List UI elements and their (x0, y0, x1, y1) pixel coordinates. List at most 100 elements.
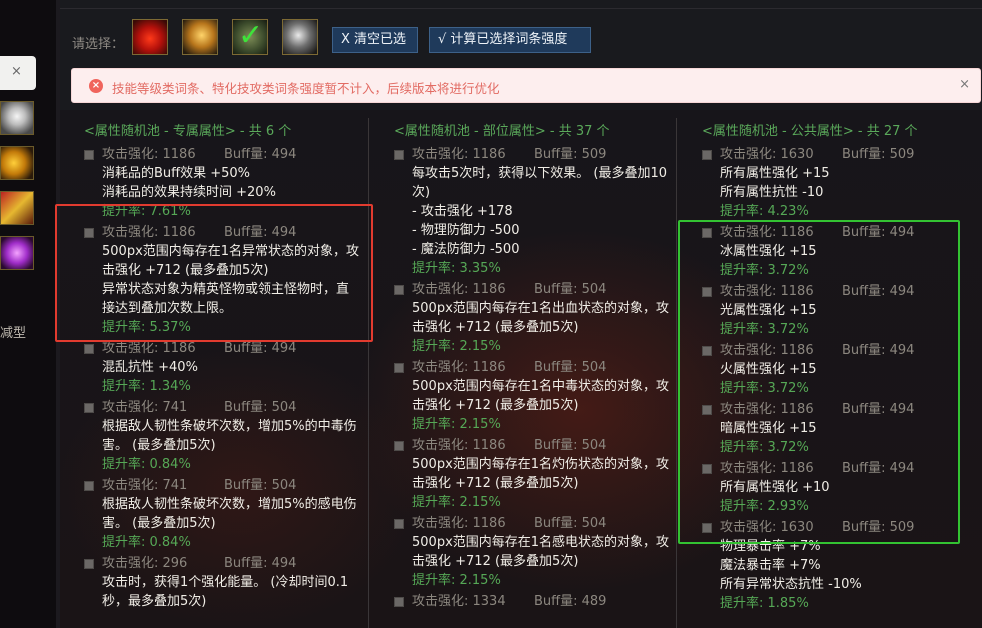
select-checkbox[interactable] (394, 519, 404, 529)
clear-selection-button[interactable]: X 清空已选 (332, 27, 418, 53)
effect-text: 消耗品的效果持续时间 +20% (102, 185, 276, 200)
improvement-rate: 提升率: 1.85% (720, 596, 809, 611)
buff-value: Buff量: 504 (224, 478, 297, 493)
improvement-rate: 提升率: 2.15% (412, 417, 501, 432)
attribute-entry[interactable]: 攻击强化: 1186 Buff量: 494 混乱抗性 +40% 提升率: 1.34% (84, 339, 360, 396)
column-divider (368, 118, 369, 628)
effect-text: 所有异常状态抗性 -10% (720, 577, 862, 592)
shoulder-icon[interactable] (182, 19, 218, 55)
buff-value: Buff量: 494 (224, 556, 297, 571)
improvement-rate: 提升率: 2.15% (412, 495, 501, 510)
column-divider (676, 118, 677, 628)
close-icon[interactable]: × (11, 64, 22, 79)
stat-row: 攻击强化: 1630 Buff量: 509 (702, 145, 978, 164)
improvement-rate: 提升率: 0.84% (102, 535, 191, 550)
effect-text: 攻击时，获得1个强化能量。 (冷却时间0.1秒，最多叠加5次) (102, 575, 349, 609)
stat-row: 攻击强化: 1186 Buff量: 504 (394, 436, 670, 455)
attack-value: 攻击强化: 1186 (102, 147, 196, 162)
buff-value: Buff量: 509 (534, 147, 607, 162)
select-checkbox[interactable] (394, 363, 404, 373)
buff-value: Buff量: 504 (534, 360, 607, 375)
select-label: 请选择： (72, 37, 125, 52)
error-icon: × (89, 79, 103, 93)
select-checkbox[interactable] (84, 403, 94, 413)
effect-text: - 魔法防御力 -500 (412, 242, 520, 257)
stat-row: 攻击强化: 1186 Buff量: 494 (84, 145, 360, 164)
column-slot: <属性随机池 - 部位属性> - 共 37 个 攻击强化: 1186 Buff量:… (370, 120, 676, 628)
attribute-entry[interactable]: 攻击强化: 296 Buff量: 494 攻击时，获得1个强化能量。 (冷却时间0.… (84, 554, 360, 611)
attribute-entry[interactable]: 攻击强化: 1186 Buff量: 509 每攻击5次时，获得以下效果。 (最多叠加… (394, 145, 670, 278)
type-label: 减型 (0, 326, 27, 341)
attribute-entry[interactable]: 攻击强化: 1186 Buff量: 504 500px范围内每存在1名中毒状态的对象… (394, 358, 670, 434)
entry-list: 攻击强化: 1186 Buff量: 509 每攻击5次时，获得以下效果。 (最多叠加… (394, 145, 670, 613)
select-checkbox[interactable] (394, 285, 404, 295)
alert-close-icon[interactable]: × (959, 77, 970, 92)
improvement-rate: 提升率: 2.15% (412, 573, 501, 588)
item-slot-icon[interactable] (0, 146, 34, 180)
select-checkbox[interactable] (394, 150, 404, 160)
left-tab[interactable]: × (0, 56, 36, 90)
attack-value: 攻击强化: 296 (102, 556, 188, 571)
attack-value: 攻击强化: 741 (102, 400, 188, 415)
column-exclusive: <属性随机池 - 专属属性> - 共 6 个 攻击强化: 1186 Buff量: … (60, 120, 368, 628)
item-slot-icon[interactable] (0, 236, 34, 270)
attack-value: 攻击强化: 1186 (412, 516, 506, 531)
stat-row: 攻击强化: 741 Buff量: 504 (84, 476, 360, 495)
attribute-entry[interactable]: 攻击强化: 741 Buff量: 504 根据敌人韧性条破坏次数，增加5%的中毒伤害… (84, 398, 360, 474)
buff-value: Buff量: 504 (534, 438, 607, 453)
effect-text: 根据敌人韧性条破坏次数，增加5%的感电伤害。 (最多叠加5次) (102, 497, 357, 531)
stat-row: 攻击强化: 741 Buff量: 504 (84, 398, 360, 417)
select-checkbox[interactable] (84, 150, 94, 160)
bracer-icon[interactable] (282, 19, 318, 55)
attribute-entry[interactable]: 攻击强化: 1186 Buff量: 504 500px范围内每存在1名感电状态的对象… (394, 514, 670, 590)
attack-value: 攻击强化: 1186 (412, 360, 506, 375)
helmet-icon[interactable] (132, 19, 168, 55)
select-checkbox[interactable] (394, 597, 404, 607)
item-slot-icon[interactable] (0, 191, 34, 225)
belt-icon[interactable]: ✓ (232, 18, 268, 55)
select-checkbox[interactable] (84, 344, 94, 354)
effect-text: 所有属性抗性 -10 (720, 185, 824, 200)
stat-row: 攻击强化: 1186 Buff量: 509 (394, 145, 670, 164)
highlight-box-green (678, 220, 960, 544)
attribute-entry[interactable]: 攻击强化: 1630 Buff量: 509 所有属性强化 +15 所有属性抗性 -10… (702, 145, 978, 221)
effect-text: 混乱抗性 +40% (102, 360, 198, 375)
attribute-entry[interactable]: 攻击强化: 1186 Buff量: 504 500px范围内每存在1名出血状态的对象… (394, 280, 670, 356)
highlight-box-red (55, 204, 373, 342)
buff-value: Buff量: 504 (534, 282, 607, 297)
improvement-rate: 提升率: 1.34% (102, 379, 191, 394)
attack-value: 攻击强化: 741 (102, 478, 188, 493)
select-checkbox[interactable] (84, 559, 94, 569)
effect-text: 500px范围内每存在1名感电状态的对象，攻击强化 +712 (最多叠加5次) (412, 535, 670, 569)
improvement-rate: 提升率: 2.15% (412, 339, 501, 354)
effect-text: 500px范围内每存在1名灼伤状态的对象，攻击强化 +712 (最多叠加5次) (412, 457, 670, 491)
column-header: <属性随机池 - 部位属性> - 共 37 个 (394, 124, 610, 139)
stat-row: 攻击强化: 1186 Buff量: 504 (394, 280, 670, 299)
check-icon: ✓ (238, 18, 264, 53)
effect-text: 每攻击5次时，获得以下效果。 (最多叠加10次) (412, 166, 668, 200)
attribute-entry[interactable]: 攻击强化: 1186 Buff量: 504 500px范围内每存在1名灼伤状态的对象… (394, 436, 670, 512)
select-checkbox[interactable] (84, 481, 94, 491)
effect-text: 魔法暴击率 +7% (720, 558, 821, 573)
improvement-rate: 提升率: 3.35% (412, 261, 501, 276)
attribute-entry[interactable]: 攻击强化: 741 Buff量: 504 根据敌人韧性条破坏次数，增加5%的感电伤害… (84, 476, 360, 552)
column-header: <属性随机池 - 专属属性> - 共 6 个 (84, 124, 292, 139)
effect-text: 消耗品的Buff效果 +50% (102, 166, 251, 181)
stat-row: 攻击强化: 1186 Buff量: 504 (394, 358, 670, 377)
attack-value: 攻击强化: 1334 (412, 594, 506, 609)
attack-value: 攻击强化: 1186 (412, 147, 506, 162)
left-sidebar: × 减型 (0, 0, 60, 628)
calculate-strength-button[interactable]: √ 计算已选择词条强度 (429, 27, 591, 53)
effect-text: 所有属性强化 +15 (720, 166, 830, 181)
attack-value: 攻击强化: 1630 (720, 147, 814, 162)
attribute-entry[interactable]: 攻击强化: 1334 Buff量: 489 (394, 592, 670, 611)
select-checkbox[interactable] (394, 441, 404, 451)
improvement-rate: 提升率: 0.84% (102, 457, 191, 472)
item-slot-icon[interactable] (0, 101, 34, 135)
alert-message: 技能等级类词条、特化技攻类词条强度暂不计入，后续版本将进行优化 (112, 81, 500, 96)
select-checkbox[interactable] (702, 150, 712, 160)
attack-value: 攻击强化: 1186 (412, 438, 506, 453)
buff-value: Buff量: 509 (842, 147, 915, 162)
effect-text: - 攻击强化 +178 (412, 204, 513, 219)
stat-row: 攻击强化: 1186 Buff量: 504 (394, 514, 670, 533)
